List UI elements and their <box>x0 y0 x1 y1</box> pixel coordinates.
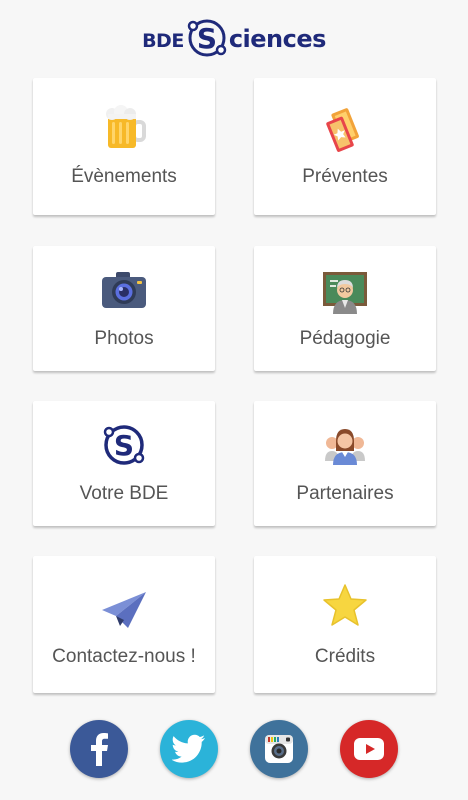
youtube-icon <box>354 738 384 760</box>
bde-logo-icon: S <box>103 425 145 465</box>
logo-letter: S <box>197 22 217 55</box>
menu-card-preventes[interactable]: Préventes <box>254 78 436 215</box>
twitter-icon <box>172 734 205 763</box>
menu-label-pedagogie: Pédagogie <box>299 328 391 349</box>
app-logo: BDE S ciences <box>0 10 468 66</box>
menu-card-photos[interactable]: Photos <box>33 246 215 371</box>
menu-card-votre-bde[interactable]: S Votre BDE <box>33 401 215 526</box>
menu-card-credits[interactable]: Crédits <box>254 556 436 693</box>
facebook-button[interactable] <box>70 720 128 778</box>
menu-card-partenaires[interactable]: Partenaires <box>254 401 436 526</box>
svg-text:S: S <box>114 429 134 462</box>
camera-icon <box>102 272 146 308</box>
menu-card-pedagogie[interactable]: Pédagogie <box>254 246 436 371</box>
menu-label-evenements: Évènements <box>71 166 177 187</box>
youtube-button[interactable] <box>340 720 398 778</box>
people-group-icon <box>325 429 365 465</box>
logo-s-emblem-icon: S <box>187 19 227 57</box>
star-icon <box>323 584 367 626</box>
menu-card-contact[interactable]: Contactez-nous ! <box>33 556 215 693</box>
menu-label-votre-bde: Votre BDE <box>79 483 169 504</box>
menu-label-credits: Crédits <box>314 646 376 667</box>
beer-mug-icon <box>106 105 146 148</box>
logo-text-sciences: ciences <box>228 25 327 53</box>
menu-label-preventes: Préventes <box>302 166 388 187</box>
facebook-icon <box>91 733 108 766</box>
paper-plane-icon <box>102 592 146 628</box>
menu-label-photos: Photos <box>94 328 154 349</box>
teacher-icon <box>323 272 367 314</box>
menu-card-evenements[interactable]: Évènements <box>33 78 215 215</box>
instagram-icon <box>265 735 293 763</box>
instagram-button[interactable] <box>250 720 308 778</box>
twitter-button[interactable] <box>160 720 218 778</box>
menu-label-contact: Contactez-nous ! <box>52 646 196 667</box>
menu-label-partenaires: Partenaires <box>296 483 394 504</box>
logo-text-bde: BDE <box>142 30 184 52</box>
tickets-icon <box>326 108 359 152</box>
